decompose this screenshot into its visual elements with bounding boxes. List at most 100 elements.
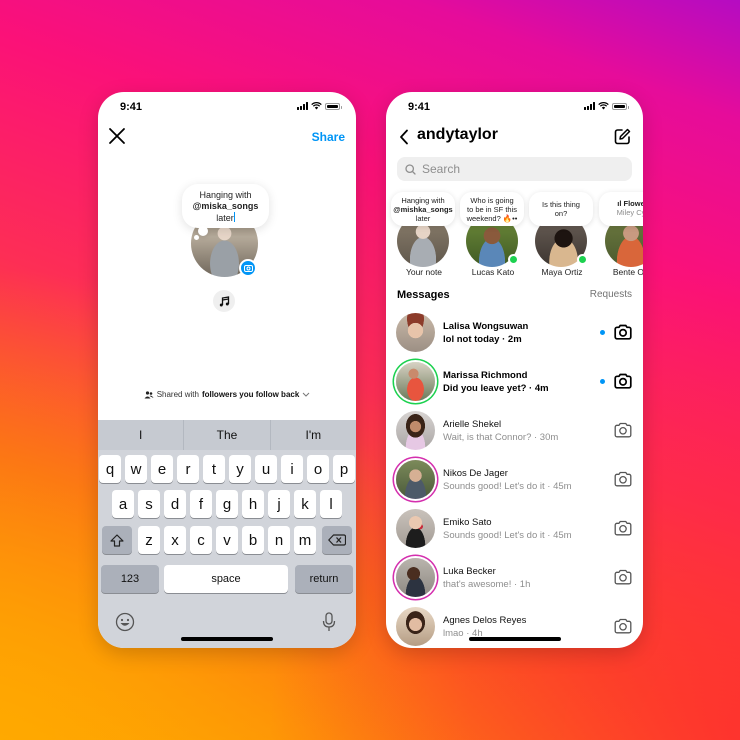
status-bar: 9:41 bbox=[386, 92, 643, 122]
battery-icon bbox=[325, 102, 342, 110]
avatar[interactable] bbox=[396, 509, 435, 548]
note-item-your-note[interactable]: Hanging with @mishka_songs later Your no… bbox=[389, 189, 459, 281]
avatar[interactable] bbox=[396, 411, 435, 450]
key-x[interactable]: x bbox=[164, 526, 186, 554]
thread-row[interactable]: Agnes Delos Reyes lmao · 4h bbox=[386, 602, 643, 648]
audience-prefix: Shared with bbox=[156, 390, 199, 399]
return-key[interactable]: return bbox=[295, 565, 353, 593]
wifi-icon bbox=[598, 102, 609, 110]
account-title[interactable]: andytaylor bbox=[417, 126, 498, 144]
camera-icon[interactable] bbox=[614, 568, 632, 586]
avatar[interactable] bbox=[396, 558, 435, 597]
camera-badge-button[interactable] bbox=[239, 259, 257, 277]
key-row-3: zxcvbnm bbox=[98, 526, 356, 554]
suggestion[interactable]: The bbox=[183, 420, 269, 450]
camera-icon[interactable] bbox=[614, 519, 632, 537]
key-m[interactable]: m bbox=[294, 526, 316, 554]
suggestion[interactable]: I bbox=[98, 420, 183, 450]
notes-tray: Hanging with @mishka_songs later Your no… bbox=[386, 189, 643, 281]
thread-row[interactable]: Emiko Sato Sounds good! Let's do it · 45m bbox=[386, 504, 643, 553]
back-chevron-icon[interactable] bbox=[399, 129, 409, 145]
key-q[interactable]: q bbox=[99, 455, 121, 483]
key-i[interactable]: i bbox=[281, 455, 303, 483]
thread-name: Lalisa Wongsuwan bbox=[443, 321, 529, 332]
status-icons bbox=[584, 102, 629, 110]
wifi-icon bbox=[311, 102, 322, 110]
avatar[interactable] bbox=[396, 313, 435, 352]
note-line: weekend? 🔥•• bbox=[466, 214, 518, 223]
key-a[interactable]: a bbox=[112, 490, 134, 518]
text-cursor bbox=[233, 212, 235, 222]
thread-row[interactable]: Marissa Richmond Did you leave yet? · 4m bbox=[386, 357, 643, 406]
key-y[interactable]: y bbox=[229, 455, 251, 483]
inbox-phone: 9:41 andytaylor Hanging with @mishka_son… bbox=[386, 92, 643, 648]
status-time: 9:41 bbox=[120, 101, 143, 113]
key-h[interactable]: h bbox=[242, 490, 264, 518]
thread-name: Marissa Richmond bbox=[443, 370, 528, 381]
thread-name: Agnes Delos Reyes bbox=[443, 615, 527, 626]
thread-name: Luka Becker bbox=[443, 566, 496, 577]
key-v[interactable]: v bbox=[216, 526, 238, 554]
close-icon[interactable] bbox=[108, 127, 126, 145]
share-button[interactable]: Share bbox=[312, 130, 345, 144]
avatar[interactable] bbox=[396, 460, 435, 499]
key-r[interactable]: r bbox=[177, 455, 199, 483]
thread-row[interactable]: Nikos De Jager Sounds good! Let's do it ·… bbox=[386, 455, 643, 504]
camera-icon[interactable] bbox=[614, 372, 632, 390]
camera-icon[interactable] bbox=[614, 470, 632, 488]
note-item-bente[interactable]: ıl Flowe Miley Cy Bente Oth bbox=[597, 189, 643, 281]
note-bubble: Is this thing on? bbox=[529, 192, 593, 226]
search-input[interactable] bbox=[422, 162, 602, 176]
key-o[interactable]: o bbox=[307, 455, 329, 483]
key-w[interactable]: w bbox=[125, 455, 147, 483]
shift-key[interactable] bbox=[102, 526, 132, 554]
key-z[interactable]: z bbox=[138, 526, 160, 554]
key-l[interactable]: l bbox=[320, 490, 342, 518]
key-e[interactable]: e bbox=[151, 455, 173, 483]
backspace-key[interactable] bbox=[322, 526, 352, 554]
key-g[interactable]: g bbox=[216, 490, 238, 518]
suggestion[interactable]: I'm bbox=[269, 420, 356, 450]
key-k[interactable]: k bbox=[294, 490, 316, 518]
thread-row[interactable]: Lalisa Wongsuwan lol not today · 2m bbox=[386, 308, 643, 357]
note-input-bubble[interactable]: Hanging with @miska_songs later bbox=[182, 184, 269, 228]
key-c[interactable]: c bbox=[190, 526, 212, 554]
note-bubble-tail-small bbox=[194, 235, 199, 240]
thread-preview: Sounds good! Let's do it · 45m bbox=[443, 481, 572, 492]
key-u[interactable]: u bbox=[255, 455, 277, 483]
emoji-icon[interactable] bbox=[115, 612, 135, 632]
camera-icon[interactable] bbox=[614, 323, 632, 341]
camera-icon[interactable] bbox=[614, 617, 632, 635]
thread-row[interactable]: Luka Becker that's awesome! · 1h bbox=[386, 553, 643, 602]
thread-preview: Sounds good! Let's do it · 45m bbox=[443, 530, 572, 541]
thread-preview: Wait, is that Connor? · 30m bbox=[443, 432, 559, 443]
key-t[interactable]: t bbox=[203, 455, 225, 483]
key-row-2: asdfghjkl bbox=[98, 490, 356, 518]
key-p[interactable]: p bbox=[333, 455, 355, 483]
microphone-icon[interactable] bbox=[322, 612, 336, 632]
note-item-maya-ortiz[interactable]: Is this thing on? Maya Ortiz bbox=[527, 189, 597, 281]
note-line: Miley Cy bbox=[616, 208, 643, 217]
compose-icon[interactable] bbox=[614, 128, 631, 145]
camera-icon[interactable] bbox=[614, 421, 632, 439]
thread-row[interactable]: Arielle Shekel Wait, is that Connor? · 30… bbox=[386, 406, 643, 455]
key-s[interactable]: s bbox=[138, 490, 160, 518]
unread-dot bbox=[600, 379, 605, 384]
avatar[interactable] bbox=[396, 607, 435, 646]
status-time: 9:41 bbox=[408, 101, 431, 113]
status-icons bbox=[297, 102, 342, 110]
key-n[interactable]: n bbox=[268, 526, 290, 554]
key-f[interactable]: f bbox=[190, 490, 212, 518]
key-j[interactable]: j bbox=[268, 490, 290, 518]
requests-link[interactable]: Requests bbox=[590, 289, 632, 300]
search-bar[interactable] bbox=[397, 157, 632, 181]
avatar[interactable] bbox=[396, 362, 435, 401]
key-d[interactable]: d bbox=[164, 490, 186, 518]
add-music-button[interactable] bbox=[213, 290, 235, 312]
numbers-key[interactable]: 123 bbox=[101, 565, 159, 593]
thread-name: Arielle Shekel bbox=[443, 419, 502, 430]
audience-selector[interactable]: Shared with followers you follow back bbox=[98, 390, 356, 399]
key-b[interactable]: b bbox=[242, 526, 264, 554]
note-item-lucas-kato[interactable]: Who is going to be in SF this weekend? 🔥… bbox=[458, 189, 528, 281]
space-key[interactable]: space bbox=[164, 565, 288, 593]
